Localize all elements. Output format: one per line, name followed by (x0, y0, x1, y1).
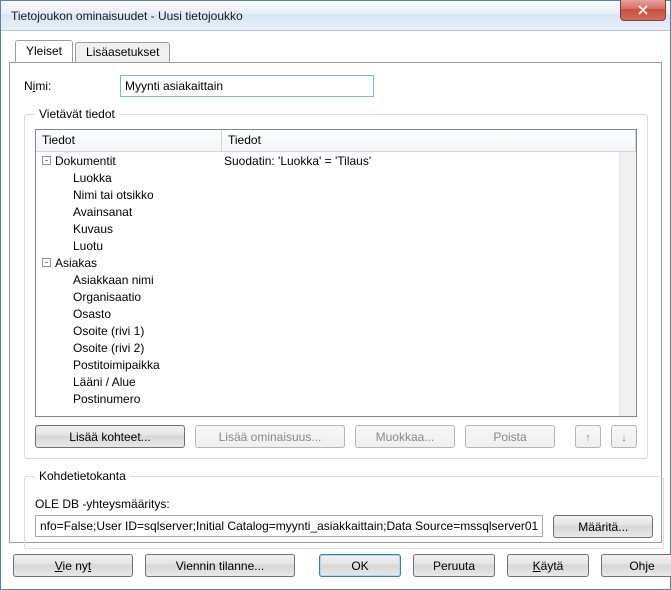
tree-row[interactable]: Osoite (rivi 1) (36, 322, 619, 339)
db-connection-label: OLE DB -yhteysmääritys: (35, 497, 653, 511)
define-button[interactable]: Määritä... (553, 515, 653, 538)
name-label: Nimi: (24, 79, 120, 93)
db-connection-input[interactable]: nfo=False;User ID=sqlserver;Initial Cata… (35, 515, 543, 537)
ok-button[interactable]: OK (319, 554, 401, 577)
tree-item-label: Postitoimipaikka (73, 358, 160, 372)
name-input[interactable]: Myynti asiakaittain (120, 75, 374, 97)
tree-row[interactable]: Postinumero (36, 390, 619, 407)
tree-item-label: Avainsanat (73, 205, 132, 219)
apply-button[interactable]: Käytä (507, 554, 589, 577)
tab-panel-general: Nimi: Myynti asiakaittain Vietävät tiedo… (9, 62, 662, 543)
tree-view[interactable]: Tiedot Tiedot -DokumentitSuodatin: 'Luok… (35, 129, 637, 417)
tree-row[interactable]: Organisaatio (36, 288, 619, 305)
remove-button: Poista (465, 425, 555, 448)
tree-row[interactable]: Luokka (36, 169, 619, 186)
tab-general[interactable]: Yleiset (15, 40, 73, 62)
tree-row[interactable]: Osoite (rivi 2) (36, 339, 619, 356)
tree-item-label: Osasto (73, 307, 111, 321)
tree-row[interactable]: -Dokumentit Suodatin: 'Luokka' = 'Tilaus' (36, 152, 619, 169)
tree-item-label: Kuvaus (73, 222, 113, 236)
tree-item-label: Lääni / Alue (73, 375, 136, 389)
add-property-button: Lisää ominaisuus... (195, 425, 345, 448)
dialog-window: Tietojoukon ominaisuudet - Uusi tietojou… (0, 0, 671, 590)
close-button[interactable] (620, 0, 666, 21)
tree-item-label: Organisaatio (73, 290, 141, 304)
tree-item-label: Asiakas (55, 256, 97, 270)
close-icon (637, 5, 649, 15)
tab-advanced[interactable]: Lisäasetukset (75, 42, 170, 62)
export-now-button[interactable]: Vie nyt (13, 554, 133, 577)
tree-item-label: Osoite (rivi 2) (73, 341, 144, 355)
tree-row[interactable]: Kuvaus (36, 220, 619, 237)
tree-item-label: Asiakkaan nimi (73, 273, 154, 287)
dialog-footer: Vie nyt Viennin tilanne... OK Peruuta Kä… (9, 554, 662, 577)
move-down-button: ↓ (611, 425, 637, 448)
export-status-button[interactable]: Viennin tilanne... (145, 554, 295, 577)
tree-header-col2[interactable]: Tiedot (222, 130, 636, 151)
tree-item-label: Postinumero (73, 392, 140, 406)
target-db-group-label: Kohdetietokanta (35, 469, 130, 483)
tree-item-label: Luokka (73, 171, 112, 185)
export-group: Vietävät tiedot Tiedot Tiedot -Dokumenti… (24, 107, 648, 459)
arrow-up-icon: ↑ (585, 432, 591, 444)
add-items-button[interactable]: Lisää kohteet... (35, 425, 185, 448)
tree-item-label: Osoite (rivi 1) (73, 324, 144, 338)
arrow-down-icon: ↓ (621, 432, 627, 444)
tree-header: Tiedot Tiedot (36, 130, 636, 152)
tree-row[interactable]: Lääni / Alue (36, 373, 619, 390)
move-up-button: ↑ (575, 425, 601, 448)
tree-row[interactable]: Avainsanat (36, 203, 619, 220)
export-group-label: Vietävät tiedot (35, 107, 119, 121)
tree-row[interactable]: Osasto (36, 305, 619, 322)
tree-item-label: Nimi tai otsikko (73, 188, 154, 202)
tree-header-col1[interactable]: Tiedot (36, 130, 222, 151)
cancel-button[interactable]: Peruuta (413, 554, 495, 577)
tree-row[interactable]: Asiakkaan nimi (36, 271, 619, 288)
tab-strip: Yleiset Lisäasetukset (15, 39, 662, 63)
tree-item-label: Luotu (73, 239, 103, 253)
collapse-icon[interactable]: - (42, 156, 51, 165)
edit-button: Muokkaa... (355, 425, 455, 448)
tree-scrollbar[interactable] (619, 152, 636, 416)
window-title: Tietojoukon ominaisuudet - Uusi tietojou… (11, 9, 243, 23)
tree-item-label: Dokumentit (55, 154, 116, 168)
tree-row[interactable]: Luotu (36, 237, 619, 254)
help-button[interactable]: Ohje (601, 554, 671, 577)
collapse-icon[interactable]: - (42, 258, 51, 267)
titlebar[interactable]: Tietojoukon ominaisuudet - Uusi tietojou… (1, 1, 670, 31)
tree-row[interactable]: -Asiakas (36, 254, 619, 271)
tree-row[interactable]: Nimi tai otsikko (36, 186, 619, 203)
tree-row[interactable]: Postitoimipaikka (36, 356, 619, 373)
tree-filter-text: Suodatin: 'Luokka' = 'Tilaus' (222, 154, 371, 168)
client-area: Yleiset Lisäasetukset Nimi: Myynti asiak… (9, 39, 662, 581)
target-db-group: Kohdetietokanta OLE DB -yhteysmääritys: … (24, 469, 664, 549)
